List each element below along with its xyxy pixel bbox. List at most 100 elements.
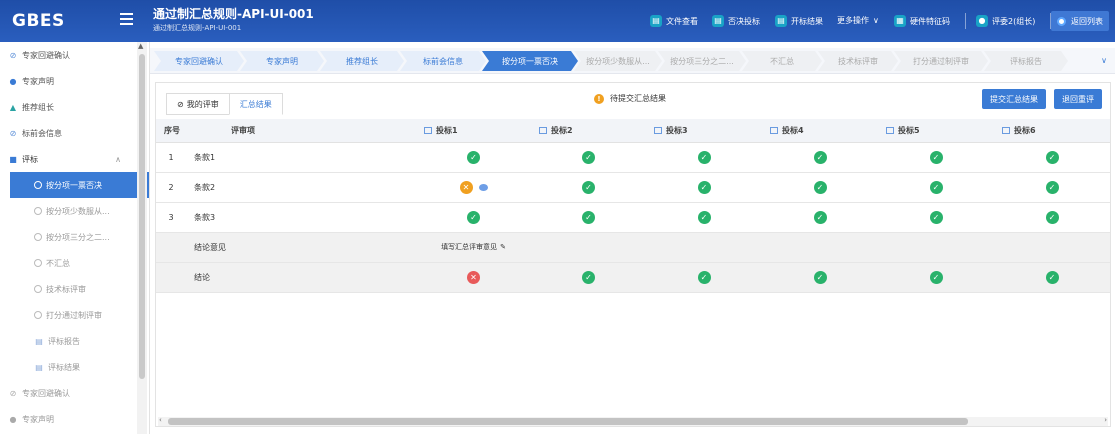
- reject-bid-button[interactable]: ▤ 否决投标: [712, 15, 760, 27]
- step-tech-review[interactable]: 技术标评审: [818, 51, 898, 71]
- step-expert-statement[interactable]: 专家声明: [240, 51, 324, 71]
- scroll-left-icon[interactable]: ‹: [159, 416, 162, 424]
- file-view-button[interactable]: ▤ 文件查看: [650, 15, 698, 27]
- users-icon: ▲: [9, 102, 17, 112]
- column-header-bid1: 投标1: [416, 119, 531, 143]
- reject-icon: ✕: [467, 270, 480, 284]
- sidebar-item-evaluation[interactable]: ■ 评标 ∧: [0, 146, 149, 172]
- result-icon: ▤: [775, 15, 787, 27]
- project-subtitle: 通过制汇总规则-API-UI-001: [153, 24, 242, 32]
- check-circle-icon: ⊘: [177, 99, 184, 109]
- step-no-summary[interactable]: 不汇总: [742, 51, 822, 71]
- pass-icon: ✓: [697, 210, 711, 224]
- sidebar-item-result[interactable]: ▤ 评标结果: [0, 354, 149, 380]
- result-cell: ✓: [994, 172, 1110, 203]
- opinion-label: 结论意见: [186, 232, 416, 263]
- pass-icon: ✓: [697, 270, 711, 284]
- scroll-right-icon[interactable]: ›: [1104, 416, 1107, 424]
- pass-icon: ✓: [467, 210, 480, 224]
- pass-icon: ✓: [929, 180, 943, 194]
- sidebar: ⊘ 专家回避确认 ● 专家声明 ▲ 推荐组长 ⊘ 标前会信息 ■ 评标 ∧ 按分项一票否决 …: [0, 42, 150, 434]
- pass-icon: ✓: [1045, 270, 1059, 284]
- circle-icon: [34, 285, 42, 293]
- back-to-list-button[interactable]: 返回列表: [1051, 11, 1109, 31]
- comment-icon[interactable]: [478, 183, 488, 191]
- return-review-button[interactable]: 退回重评: [1054, 89, 1102, 109]
- chevron-down-icon[interactable]: ∨: [1097, 53, 1111, 69]
- status-indicator: ! 待提交汇总结果: [594, 93, 666, 104]
- pass-icon: ✓: [1045, 180, 1059, 194]
- more-actions-dropdown[interactable]: 更多操作 ∨: [837, 15, 879, 26]
- conclusion-row: 结论 ✕ ✓ ✓ ✓ ✓ ✓: [156, 262, 1110, 293]
- sidebar-item-expert-avoid-2[interactable]: ⊘ 专家回避确认: [0, 380, 149, 406]
- sidebar-item-report[interactable]: ▤ 评标报告: [0, 328, 149, 354]
- pass-icon: ✓: [929, 210, 943, 224]
- sidebar-item-pre-bid-info[interactable]: ⊘ 标前会信息: [0, 120, 149, 146]
- table-row: 2 条款2 ✕ ✓ ✓ ✓ ✓ ✓: [156, 172, 1110, 203]
- step-pre-bid-info[interactable]: 标前会信息: [400, 51, 486, 71]
- column-header-bid2: 投标2: [531, 119, 646, 143]
- sidebar-item-no-summary[interactable]: 不汇总: [0, 250, 149, 276]
- table-header: 序号 评审项 投标1 投标2 投标3 投标4 投标5 投标6: [156, 119, 1110, 143]
- sidebar-item-recommend-leader[interactable]: ▲ 推荐组长: [0, 94, 149, 120]
- pending-icon[interactable]: ✕: [459, 180, 473, 194]
- step-recommend-leader[interactable]: 推荐组长: [320, 51, 404, 71]
- warning-icon: !: [594, 93, 604, 104]
- sidebar-item-minority[interactable]: 按分项少数服从...: [0, 198, 149, 224]
- row-number: 2: [156, 172, 186, 203]
- chevron-up-icon: ∧: [115, 154, 121, 164]
- submit-summary-button[interactable]: 提交汇总结果: [982, 89, 1046, 109]
- review-item: 条款2: [186, 172, 416, 203]
- horizontal-scrollbar[interactable]: ‹ ›: [158, 416, 1108, 426]
- summary-panel: ⊘ 我的评审 汇总结果 ! 待提交汇总结果 提交汇总结果 退回重评 序号 评审项 投…: [155, 82, 1111, 427]
- divider: [965, 13, 966, 29]
- column-header-no: 序号: [156, 119, 186, 143]
- sidebar-item-one-veto[interactable]: 按分项一票否决: [10, 172, 149, 198]
- pass-icon: ✓: [929, 150, 943, 164]
- hardware-code-button[interactable]: ▦ 硬件特征码: [894, 15, 950, 27]
- sidebar-item-tech-review[interactable]: 技术标评审: [0, 276, 149, 302]
- doc-icon: [886, 126, 894, 134]
- menu-toggle-icon[interactable]: [120, 13, 133, 25]
- user-menu[interactable]: ● 评委2(组长): [976, 15, 1035, 27]
- result-cell: ✓: [878, 172, 994, 203]
- step-minority[interactable]: 按分项少数服从...: [574, 51, 662, 71]
- tab-my-review[interactable]: ⊘ 我的评审: [166, 93, 230, 115]
- pass-icon: ✓: [1045, 150, 1059, 164]
- result-cell: ✓: [531, 172, 646, 203]
- conclusion-cell: ✓: [878, 262, 994, 293]
- sidebar-scrollbar[interactable]: ▲: [137, 42, 147, 434]
- circle-icon: [34, 207, 42, 215]
- tab-summary[interactable]: 汇总结果: [228, 93, 283, 115]
- step-navigation: 专家回避确认 专家声明 推荐组长 标前会信息 按分项一票否决 按分项少数服从..…: [150, 48, 1115, 74]
- step-expert-avoid[interactable]: 专家回避确认: [154, 51, 244, 71]
- sidebar-item-two-thirds[interactable]: 按分项三分之二...: [0, 224, 149, 250]
- scroll-thumb[interactable]: [139, 54, 145, 379]
- pass-icon: ✓: [697, 180, 711, 194]
- bid-open-result-button[interactable]: ▤ 开标结果: [775, 15, 823, 27]
- step-one-veto[interactable]: 按分项一票否决: [482, 51, 578, 71]
- step-score-pass[interactable]: 打分通过制评审: [894, 51, 988, 71]
- scroll-thumb[interactable]: [168, 418, 968, 425]
- step-two-thirds[interactable]: 按分项三分之二...: [658, 51, 746, 71]
- pass-icon: ✓: [582, 270, 595, 284]
- pass-icon: ✓: [582, 150, 595, 164]
- result-cell: ✓: [646, 202, 762, 233]
- sidebar-item-score-pass[interactable]: 打分通过制评审: [0, 302, 149, 328]
- file-icon: ▤: [650, 15, 662, 27]
- back-icon: [1057, 16, 1066, 26]
- chevron-down-icon: ∨: [873, 16, 879, 25]
- step-report[interactable]: 评标报告: [984, 51, 1068, 71]
- circle-icon: [34, 259, 42, 267]
- project-title: 通过制汇总规则-API-UI-001: [153, 7, 314, 21]
- result-cell: ✓: [994, 142, 1110, 173]
- pass-icon: ✓: [582, 210, 595, 224]
- table-row: 1 条款1 ✓ ✓ ✓ ✓ ✓ ✓: [156, 142, 1110, 173]
- sidebar-item-expert-avoid[interactable]: ⊘ 专家回避确认: [0, 42, 149, 68]
- pass-icon: ✓: [813, 270, 827, 284]
- circle-icon: [34, 181, 42, 189]
- sidebar-item-expert-statement[interactable]: ● 专家声明: [0, 68, 149, 94]
- doc-icon: ▤: [35, 362, 43, 372]
- fill-opinion-link[interactable]: 填写汇总评审意见 ✎: [416, 232, 531, 263]
- sidebar-item-expert-statement-2[interactable]: ● 专家声明: [0, 406, 149, 432]
